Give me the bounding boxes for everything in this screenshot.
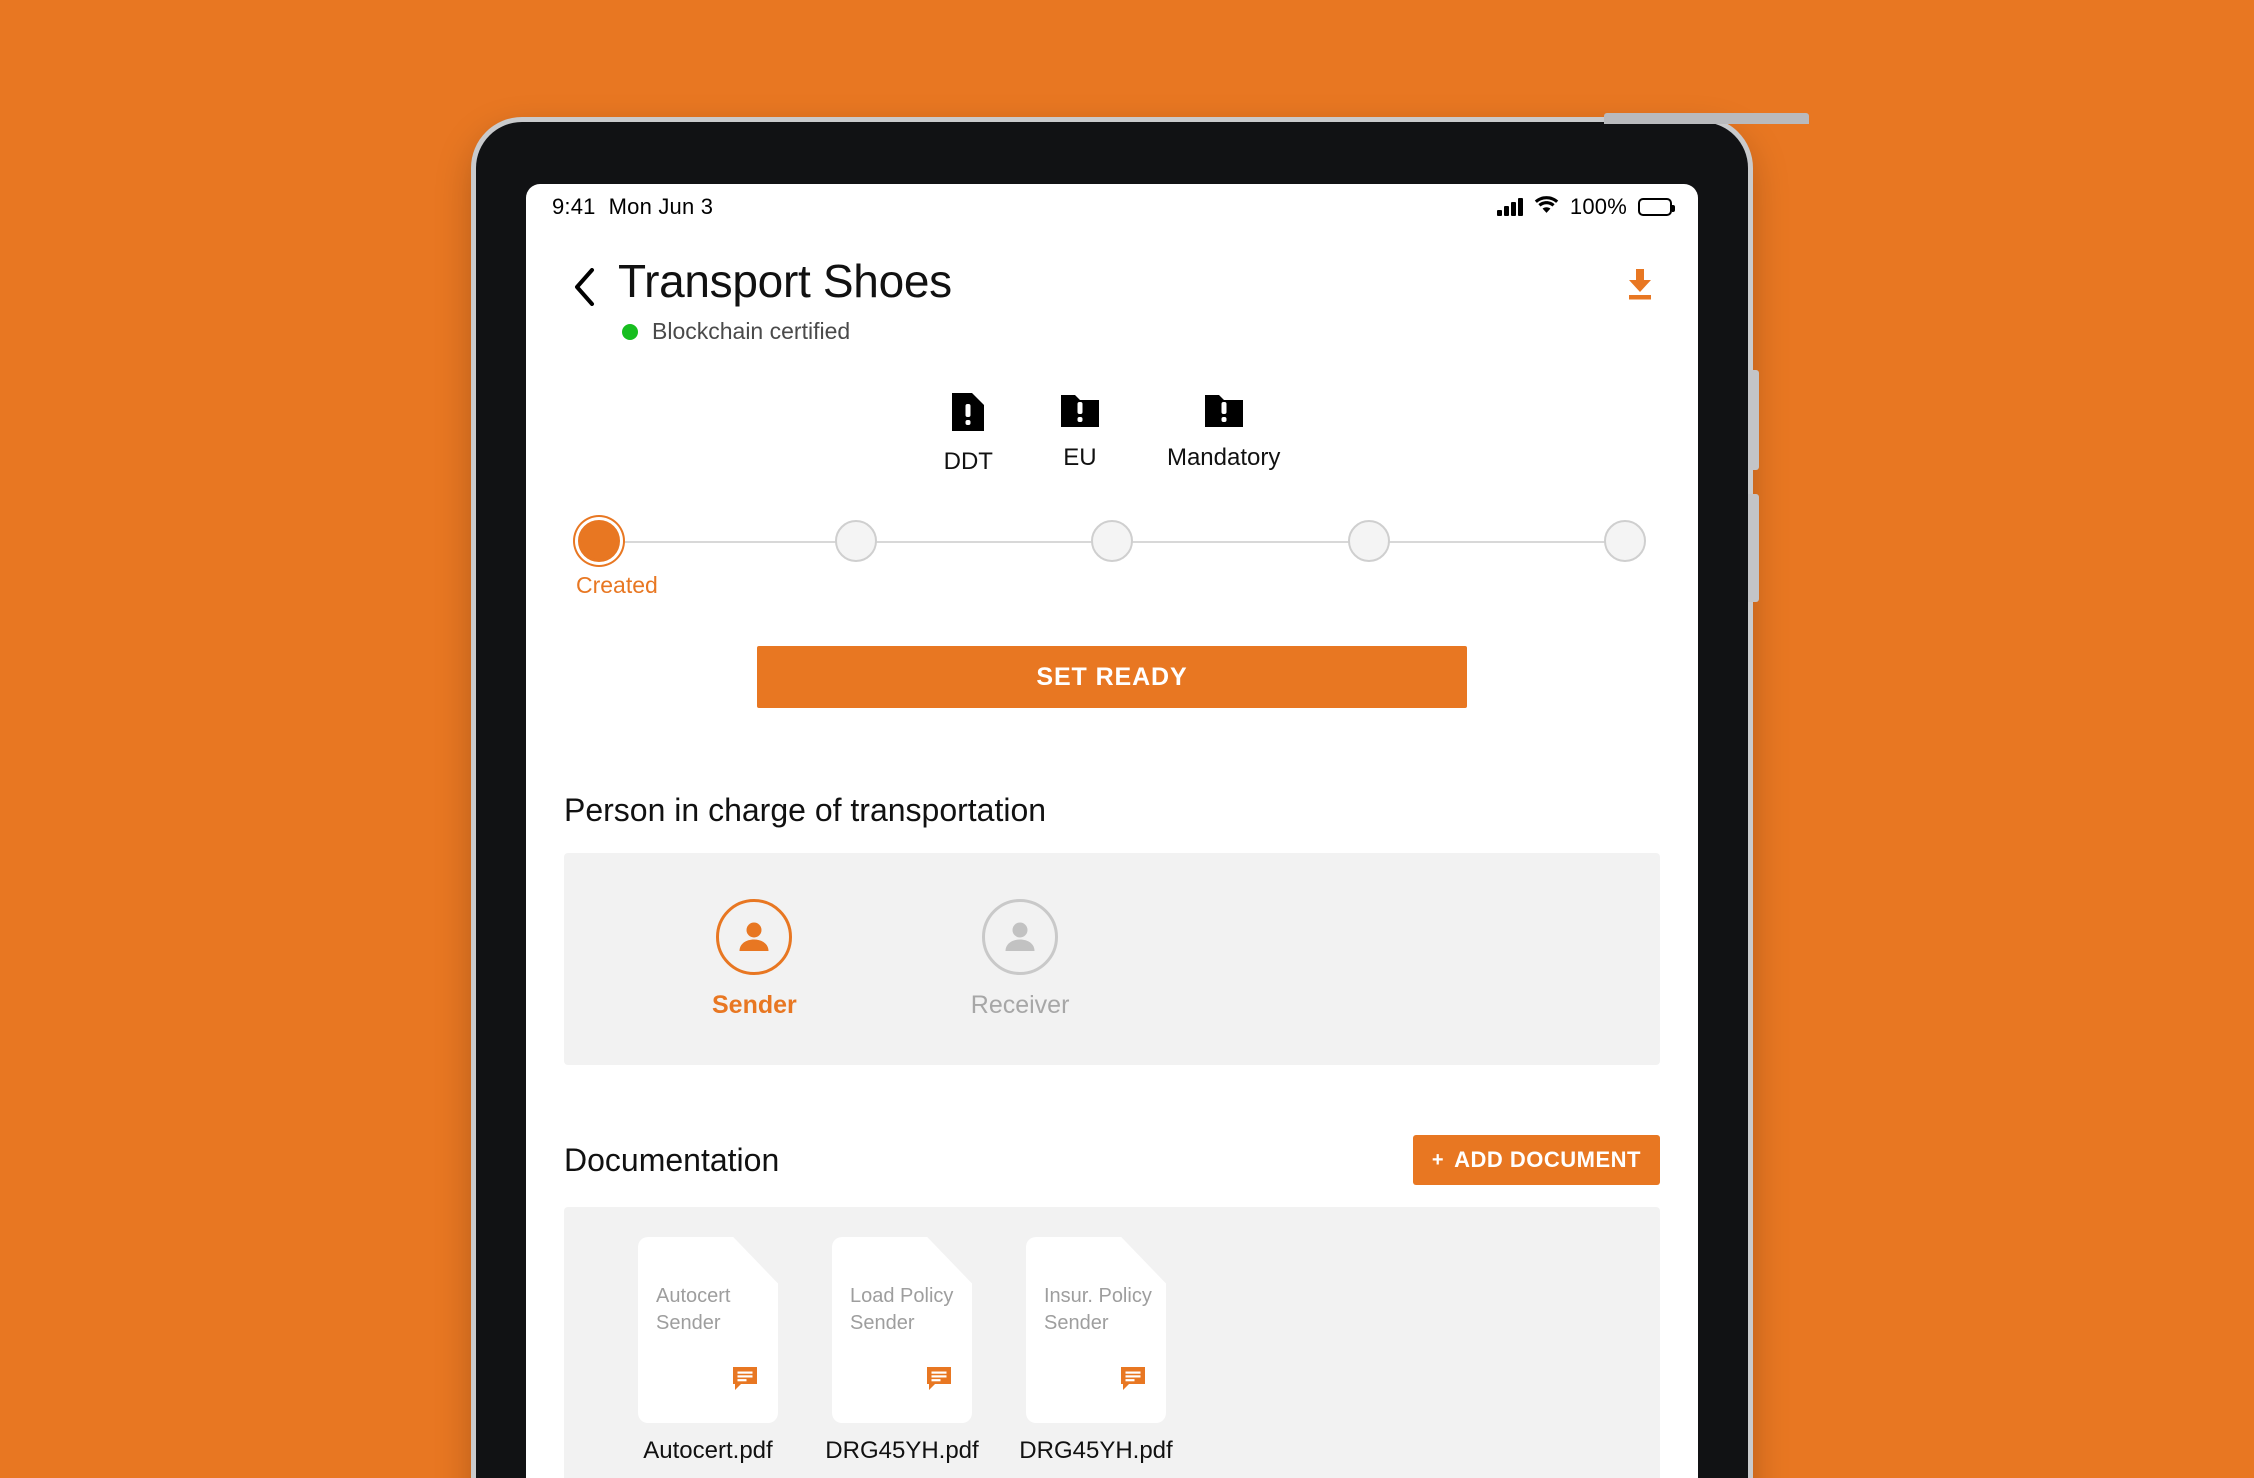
battery-percent: 100% xyxy=(1569,194,1627,219)
comment-icon[interactable] xyxy=(926,1366,952,1397)
person-icon xyxy=(982,898,1059,975)
doc-type-label: EU xyxy=(1063,444,1097,471)
document-card-line1: Load Policy xyxy=(850,1285,954,1307)
page-header: Transport Shoes Blockchain certified xyxy=(564,230,1660,345)
doc-type-label: DDT xyxy=(943,448,993,475)
documents-panel: Autocert Sender Autocert.pdf Load Policy… xyxy=(564,1207,1660,1478)
battery-full-icon xyxy=(1638,198,1675,216)
person-section: Person in charge of transportation Sende… xyxy=(564,792,1660,1065)
document-card-line2: Sender xyxy=(850,1312,915,1334)
stepper-nodes xyxy=(578,520,1646,562)
document-card-line2: Sender xyxy=(1044,1312,1109,1334)
status-bar: 9:41 Mon Jun 3 100% xyxy=(526,184,1698,230)
documentation-header: Documentation + ADD DOCUMENT xyxy=(564,1135,1660,1185)
document-item[interactable]: Load Policy Sender DRG45YH.pdf xyxy=(825,1237,979,1465)
status-bar-right: 100% xyxy=(1497,194,1675,220)
document-card-line2: Sender xyxy=(656,1312,721,1334)
document-card[interactable]: Load Policy Sender xyxy=(832,1237,972,1423)
person-section-title: Person in charge of transportation xyxy=(564,792,1047,828)
status-badge: Blockchain certified xyxy=(622,318,1620,345)
add-document-button[interactable]: + ADD DOCUMENT xyxy=(1412,1135,1660,1185)
add-document-label: ADD DOCUMENT xyxy=(1454,1147,1641,1172)
page-title: Transport Shoes xyxy=(618,255,952,307)
chevron-left-icon xyxy=(573,268,595,311)
person-option-label: Receiver xyxy=(970,990,1070,1019)
person-option-label: Sender xyxy=(712,990,797,1019)
folder-alert-icon xyxy=(1203,391,1245,434)
doc-type-row: DDT EU Mandatory xyxy=(564,391,1660,476)
header-text-block: Transport Shoes Blockchain certified xyxy=(618,254,1620,345)
document-card-line1: Insur. Policy xyxy=(1044,1285,1152,1307)
folder-alert-icon xyxy=(1059,391,1101,434)
document-card[interactable]: Insur. Policy Sender xyxy=(1026,1237,1166,1423)
person-option-sender[interactable]: Sender xyxy=(712,898,797,1020)
cellular-signal-icon xyxy=(1497,198,1523,216)
status-bar-left: 9:41 Mon Jun 3 xyxy=(552,194,713,220)
tablet-device: 9:41 Mon Jun 3 100% Transport Shoes Bloc… xyxy=(476,113,1809,1478)
person-option-receiver[interactable]: Receiver xyxy=(970,898,1070,1020)
status-time: 9:41 xyxy=(552,194,596,219)
documentation-section: Documentation + ADD DOCUMENT Autocert Se… xyxy=(564,1135,1660,1478)
download-icon xyxy=(1620,269,1660,308)
step-node-4[interactable] xyxy=(1347,520,1390,562)
tablet-screen: 9:41 Mon Jun 3 100% Transport Shoes Bloc… xyxy=(526,184,1698,1478)
step-node-1[interactable] xyxy=(578,520,620,562)
app-content: Transport Shoes Blockchain certified DDT… xyxy=(526,230,1698,1478)
set-ready-button[interactable]: SET READY xyxy=(757,646,1467,708)
document-card-line1: Autocert xyxy=(656,1285,731,1307)
document-item[interactable]: Autocert Sender Autocert.pdf xyxy=(634,1237,782,1465)
doc-type-eu[interactable]: EU xyxy=(1059,391,1101,476)
power-button[interactable] xyxy=(1604,113,1809,124)
volume-down-button[interactable] xyxy=(1748,494,1759,602)
status-date: Mon Jun 3 xyxy=(608,194,714,219)
document-card[interactable]: Autocert Sender xyxy=(638,1237,778,1423)
step-node-5[interactable] xyxy=(1604,520,1646,562)
download-button[interactable] xyxy=(1620,264,1660,309)
status-badge-label: Blockchain certified xyxy=(652,318,851,344)
doc-type-label: Mandatory xyxy=(1166,444,1281,471)
file-alert-icon xyxy=(950,391,986,438)
step-node-2[interactable] xyxy=(834,520,877,562)
wifi-icon xyxy=(1534,194,1559,220)
document-filename: DRG45YH.pdf xyxy=(1019,1437,1173,1464)
doc-type-ddt[interactable]: DDT xyxy=(944,391,993,476)
documentation-title: Documentation xyxy=(564,1141,780,1178)
progress-stepper: Created xyxy=(564,520,1660,600)
status-dot-green-icon xyxy=(622,323,638,340)
back-button[interactable] xyxy=(564,268,604,311)
document-filename: DRG45YH.pdf xyxy=(825,1437,979,1464)
comment-icon[interactable] xyxy=(1120,1366,1146,1397)
person-icon xyxy=(716,898,793,975)
step-active-label: Created xyxy=(576,572,658,598)
document-filename: Autocert.pdf xyxy=(643,1437,773,1464)
doc-type-mandatory[interactable]: Mandatory xyxy=(1167,391,1280,476)
plus-icon: + xyxy=(1431,1149,1445,1171)
volume-up-button[interactable] xyxy=(1748,370,1759,470)
person-panel: Sender Receiver xyxy=(564,853,1660,1065)
step-node-3[interactable] xyxy=(1091,520,1133,562)
document-item[interactable]: Insur. Policy Sender DRG45YH.pdf xyxy=(1019,1237,1173,1465)
comment-icon[interactable] xyxy=(732,1366,758,1397)
